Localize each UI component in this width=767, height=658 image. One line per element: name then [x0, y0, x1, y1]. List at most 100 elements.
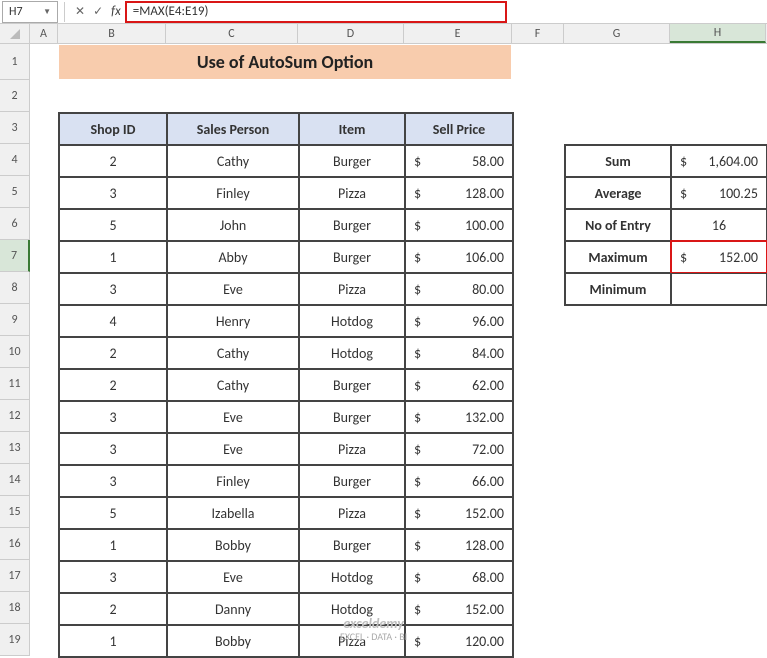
cell-shop-id[interactable]: 3	[59, 177, 167, 209]
summary-value[interactable]: $100.25	[671, 177, 767, 209]
cell-sales-person[interactable]: Eve	[167, 561, 299, 593]
cell-sell-price[interactable]: $72.00	[405, 433, 513, 465]
cell-sales-person[interactable]: Bobby	[167, 529, 299, 561]
row-header-16[interactable]: 16	[0, 528, 30, 560]
cell-shop-id[interactable]: 5	[59, 497, 167, 529]
table-header[interactable]: Sell Price	[405, 113, 513, 145]
cell-item[interactable]: Hotdog	[299, 337, 405, 369]
row-header-14[interactable]: 14	[0, 464, 30, 496]
row-header-5[interactable]: 5	[0, 176, 30, 208]
cell-item[interactable]: Burger	[299, 145, 405, 177]
cell-shop-id[interactable]: 1	[59, 625, 167, 657]
name-box[interactable]: H7 ▼	[2, 1, 58, 23]
cell-shop-id[interactable]: 3	[59, 465, 167, 497]
cell-sell-price[interactable]: $66.00	[405, 465, 513, 497]
col-header-F[interactable]: F	[512, 24, 564, 43]
summary-value[interactable]	[671, 273, 767, 305]
row-header-19[interactable]: 19	[0, 624, 30, 656]
cell-shop-id[interactable]: 2	[59, 145, 167, 177]
cell-shop-id[interactable]: 4	[59, 305, 167, 337]
cell-sales-person[interactable]: Eve	[167, 433, 299, 465]
cell-sales-person[interactable]: Cathy	[167, 337, 299, 369]
row-header-13[interactable]: 13	[0, 432, 30, 464]
check-icon[interactable]: ✓	[93, 4, 103, 19]
cell-sell-price[interactable]: $128.00	[405, 529, 513, 561]
select-all-corner[interactable]	[0, 24, 30, 43]
cell-sales-person[interactable]: Bobby	[167, 625, 299, 657]
row-header-8[interactable]: 8	[0, 272, 30, 304]
row-header-4[interactable]: 4	[0, 144, 30, 176]
summary-label[interactable]: Maximum	[565, 241, 671, 273]
cell-item[interactable]: Pizza	[299, 273, 405, 305]
cell-shop-id[interactable]: 3	[59, 433, 167, 465]
summary-value[interactable]: 16	[671, 209, 767, 241]
col-header-E[interactable]: E	[404, 24, 512, 43]
cell-shop-id[interactable]: 2	[59, 369, 167, 401]
cell-sell-price[interactable]: $152.00	[405, 593, 513, 625]
row-header-17[interactable]: 17	[0, 560, 30, 592]
cell-sales-person[interactable]: Danny	[167, 593, 299, 625]
cell-item[interactable]: Pizza	[299, 625, 405, 657]
cancel-icon[interactable]: ✕	[75, 4, 85, 19]
cell-sell-price[interactable]: $62.00	[405, 369, 513, 401]
row-header-11[interactable]: 11	[0, 368, 30, 400]
cell-shop-id[interactable]: 3	[59, 561, 167, 593]
col-header-D[interactable]: D	[298, 24, 404, 43]
cell-item[interactable]: Pizza	[299, 433, 405, 465]
summary-label[interactable]: Minimum	[565, 273, 671, 305]
chevron-down-icon[interactable]: ▼	[43, 7, 51, 17]
cell-item[interactable]: Burger	[299, 529, 405, 561]
fx-icon[interactable]: fx	[111, 4, 121, 19]
summary-value[interactable]: $1,604.00	[671, 145, 767, 177]
row-header-15[interactable]: 15	[0, 496, 30, 528]
summary-label[interactable]: Average	[565, 177, 671, 209]
cell-sales-person[interactable]: John	[167, 209, 299, 241]
cell-shop-id[interactable]: 1	[59, 529, 167, 561]
cell-sell-price[interactable]: $84.00	[405, 337, 513, 369]
cell-item[interactable]: Pizza	[299, 497, 405, 529]
cell-sell-price[interactable]: $96.00	[405, 305, 513, 337]
table-header[interactable]: Item	[299, 113, 405, 145]
col-header-H[interactable]: H	[670, 24, 766, 43]
formula-input[interactable]: =MAX(E4:E19)	[125, 1, 507, 23]
cell-sell-price[interactable]: $68.00	[405, 561, 513, 593]
row-header-9[interactable]: 9	[0, 304, 30, 336]
row-header-12[interactable]: 12	[0, 400, 30, 432]
row-header-18[interactable]: 18	[0, 592, 30, 624]
col-header-G[interactable]: G	[564, 24, 670, 43]
col-header-A[interactable]: A	[30, 24, 58, 43]
cell-sales-person[interactable]: Finley	[167, 177, 299, 209]
col-header-C[interactable]: C	[166, 24, 298, 43]
cell-item[interactable]: Burger	[299, 209, 405, 241]
row-header-10[interactable]: 10	[0, 336, 30, 368]
summary-label[interactable]: Sum	[565, 145, 671, 177]
cell-sell-price[interactable]: $106.00	[405, 241, 513, 273]
cell-shop-id[interactable]: 3	[59, 401, 167, 433]
col-header-B[interactable]: B	[58, 24, 166, 43]
cell-sales-person[interactable]: Eve	[167, 401, 299, 433]
cell-item[interactable]: Hotdog	[299, 593, 405, 625]
cell-shop-id[interactable]: 2	[59, 337, 167, 369]
cell-sales-person[interactable]: Henry	[167, 305, 299, 337]
cell-sales-person[interactable]: Abby	[167, 241, 299, 273]
cell-sell-price[interactable]: $128.00	[405, 177, 513, 209]
cell-shop-id[interactable]: 3	[59, 273, 167, 305]
cell-item[interactable]: Burger	[299, 401, 405, 433]
cell-sell-price[interactable]: $152.00	[405, 497, 513, 529]
cell-item[interactable]: Pizza	[299, 177, 405, 209]
cell-sell-price[interactable]: $100.00	[405, 209, 513, 241]
row-header-6[interactable]: 6	[0, 208, 30, 240]
cell-shop-id[interactable]: 2	[59, 593, 167, 625]
row-header-3[interactable]: 3	[0, 112, 30, 144]
cell-item[interactable]: Hotdog	[299, 305, 405, 337]
row-header-2[interactable]: 2	[0, 80, 30, 112]
table-header[interactable]: Shop ID	[59, 113, 167, 145]
summary-value[interactable]: $152.00	[671, 241, 767, 273]
cell-sales-person[interactable]: Finley	[167, 465, 299, 497]
cell-sell-price[interactable]: $80.00	[405, 273, 513, 305]
cell-sales-person[interactable]: Cathy	[167, 145, 299, 177]
cell-sales-person[interactable]: Cathy	[167, 369, 299, 401]
cell-sell-price[interactable]: $132.00	[405, 401, 513, 433]
cell-item[interactable]: Hotdog	[299, 561, 405, 593]
cell-sell-price[interactable]: $120.00	[405, 625, 513, 657]
